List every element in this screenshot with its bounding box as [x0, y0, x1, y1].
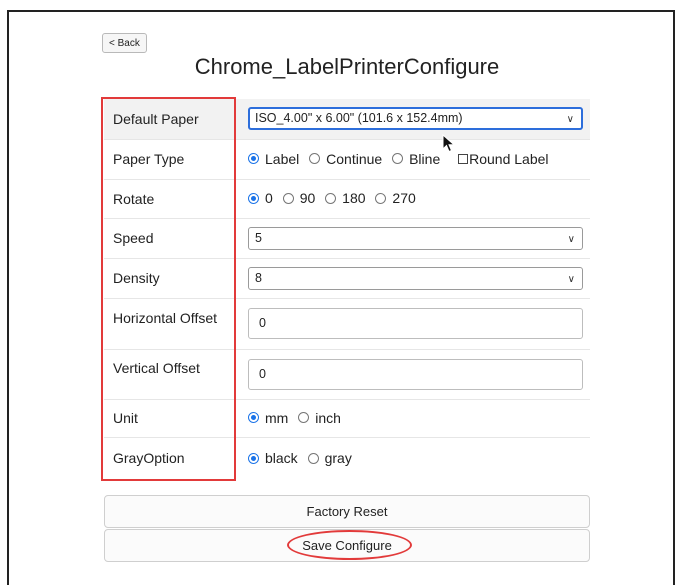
row-default-paper: Default Paper ISO_4.00" x 6.00" (101.6 x…	[104, 99, 590, 139]
radio-selected-icon[interactable]	[248, 452, 259, 464]
mouse-cursor-icon	[442, 134, 456, 153]
radio-icon[interactable]	[282, 192, 294, 204]
rotate-180-radio[interactable]: 180	[325, 190, 366, 206]
horizontal-offset-input[interactable]: 0	[248, 308, 583, 339]
speed-value: 5	[255, 230, 262, 245]
rotate-label: Rotate	[104, 178, 241, 218]
paper-type-label-radio[interactable]: Label	[248, 151, 299, 167]
back-button[interactable]: < Back	[102, 33, 147, 53]
radio-icon[interactable]	[325, 192, 337, 204]
radio-icon[interactable]	[309, 153, 321, 165]
save-configure-button[interactable]: Save Configure	[104, 529, 590, 562]
default-paper-label: Default Paper	[104, 99, 241, 139]
gray-option-black-radio[interactable]: black	[248, 450, 298, 466]
chevron-down-icon: ∨	[567, 233, 575, 245]
radio-icon[interactable]	[298, 412, 310, 424]
page-title: Chrome_LabelPrinterConfigure	[194, 54, 500, 79]
row-vertical-offset: Vertical Offset 0	[104, 348, 590, 399]
chevron-down-icon: ∨	[566, 114, 574, 126]
unit-label: Unit	[104, 398, 241, 437]
density-value: 8	[255, 270, 262, 285]
rotate-0-radio[interactable]: 0	[248, 190, 273, 206]
radio-icon[interactable]	[392, 153, 404, 165]
radio-icon[interactable]	[307, 452, 319, 464]
density-label: Density	[104, 257, 241, 298]
vertical-offset-label: Vertical Offset	[104, 348, 241, 399]
density-select[interactable]: 8 ∨	[248, 266, 583, 290]
row-density: Density 8 ∨	[104, 257, 590, 298]
vertical-offset-input[interactable]: 0	[248, 358, 583, 390]
rotate-90-radio[interactable]: 90	[282, 190, 315, 206]
gray-option-gray-radio[interactable]: gray	[307, 450, 352, 466]
speed-label: Speed	[104, 217, 241, 258]
speed-select[interactable]: 5 ∨	[248, 226, 583, 250]
radio-selected-icon[interactable]	[248, 412, 259, 424]
rotate-270-radio[interactable]: 270	[375, 190, 416, 206]
horizontal-offset-label: Horizontal Offset	[104, 297, 241, 349]
paper-type-label: Paper Type	[104, 138, 241, 179]
row-unit: Unit mm inch	[104, 398, 590, 437]
row-speed: Speed 5 ∨	[104, 217, 590, 258]
row-gray-option: GrayOption black gray	[104, 436, 590, 479]
unit-inch-radio[interactable]: inch	[298, 410, 341, 426]
gray-option-label: GrayOption	[104, 436, 241, 479]
checkbox-icon[interactable]	[458, 154, 469, 165]
default-paper-value: ISO_4.00" x 6.00" (101.6 x 152.4mm)	[255, 111, 463, 126]
radio-selected-icon[interactable]	[248, 192, 259, 204]
paper-type-continue-radio[interactable]: Continue	[309, 151, 382, 167]
row-paper-type: Paper Type Label Continue Bline Round La…	[104, 138, 590, 179]
factory-reset-button[interactable]: Factory Reset	[104, 495, 590, 528]
row-rotate: Rotate 0 90 180 270	[104, 178, 590, 218]
settings-table: Default Paper ISO_4.00" x 6.00" (101.6 x…	[104, 99, 590, 479]
radio-selected-icon[interactable]	[248, 153, 259, 165]
default-paper-select[interactable]: ISO_4.00" x 6.00" (101.6 x 152.4mm) ∨	[248, 107, 583, 131]
paper-type-bline-radio[interactable]: Bline	[392, 151, 440, 167]
chevron-down-icon: ∨	[567, 273, 575, 285]
unit-mm-radio[interactable]: mm	[248, 410, 288, 426]
round-label-checkbox[interactable]: Round Label	[458, 151, 549, 167]
radio-icon[interactable]	[375, 192, 387, 204]
row-horizontal-offset: Horizontal Offset 0	[104, 297, 590, 349]
